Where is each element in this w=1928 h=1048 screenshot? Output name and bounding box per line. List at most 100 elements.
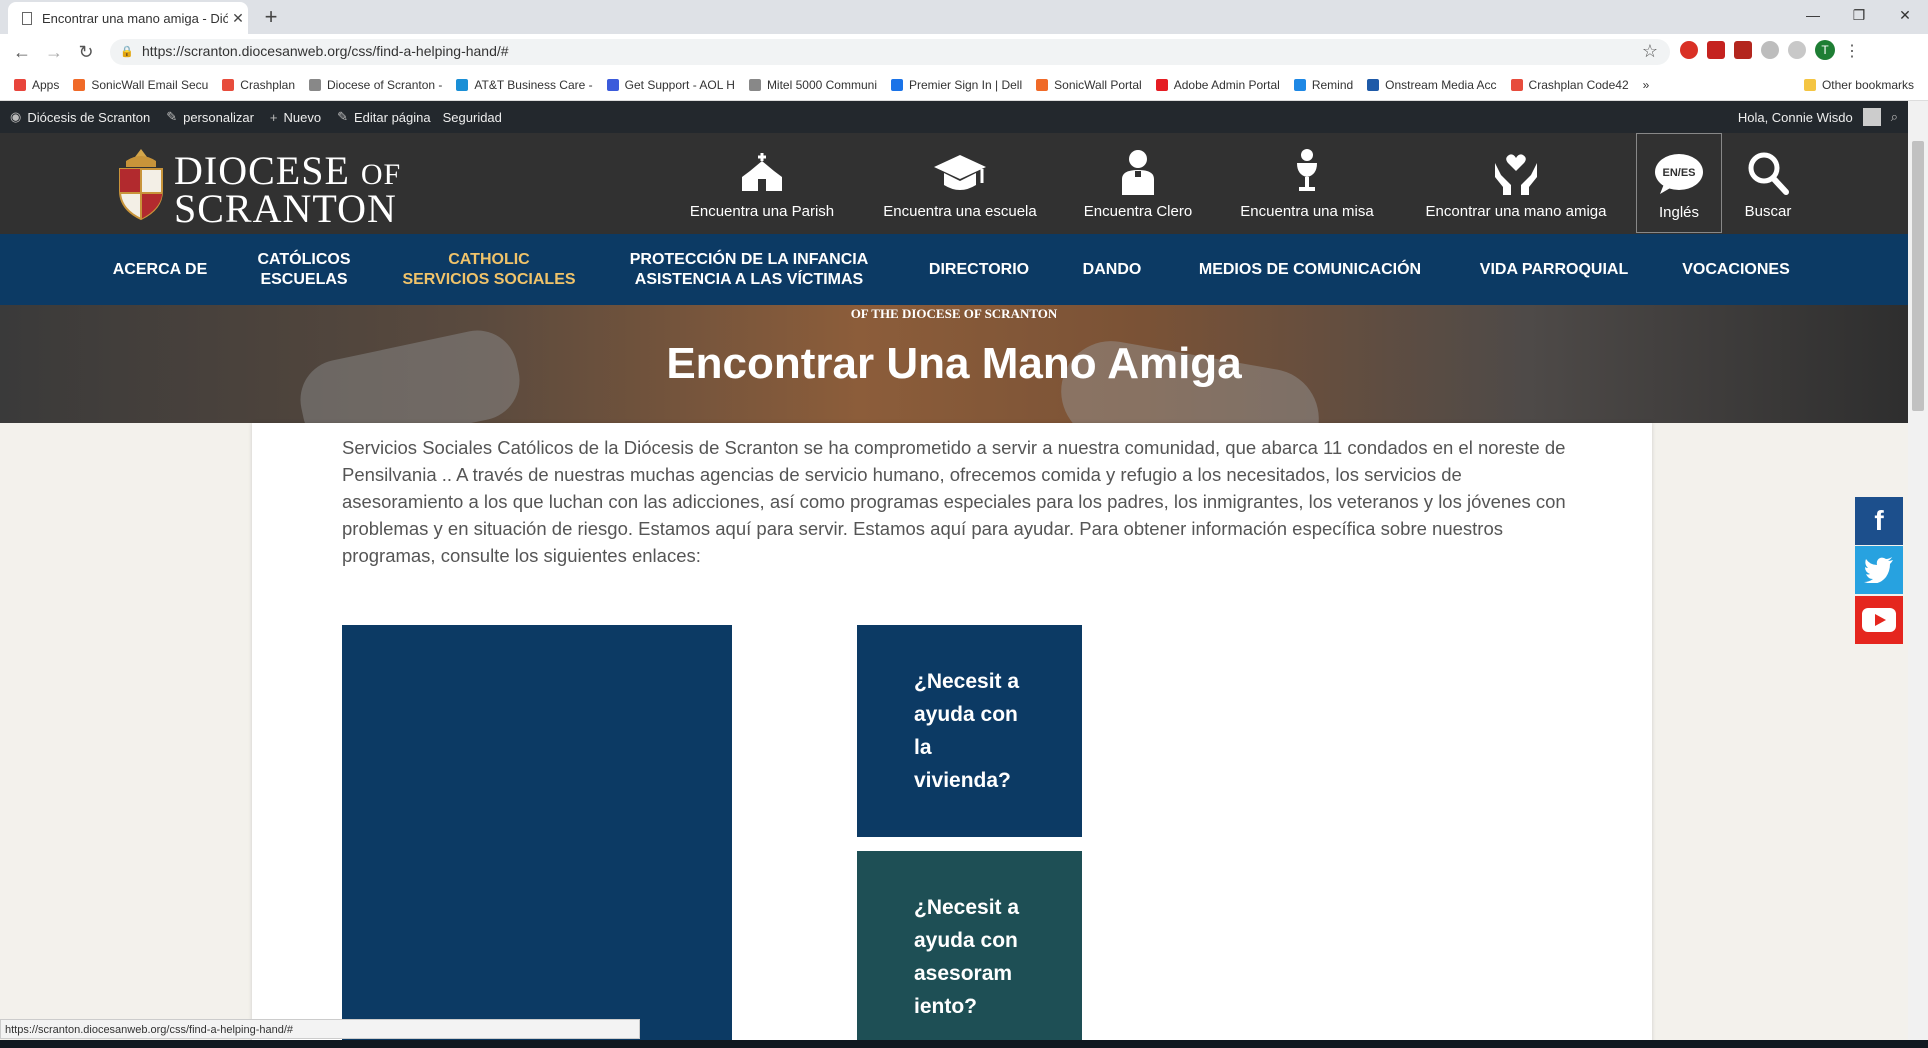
nav-vocations[interactable]: VOCACIONES — [1668, 234, 1804, 305]
site-header: DIOCESE OF SCRANTON Encuentra una Parish… — [0, 133, 1908, 234]
scrollbar-thumb[interactable] — [1912, 141, 1924, 411]
bookmark-label: SonicWall Email Secu — [91, 78, 209, 92]
bookmark-item[interactable]: Mitel 5000 Communi — [748, 78, 877, 92]
housing-help-card[interactable]: ¿Necesit a ayuda con la vivienda? — [857, 625, 1082, 837]
bookmark-star-icon[interactable]: ☆ — [1642, 41, 1658, 62]
bookmark-label: SonicWall Portal — [1054, 78, 1142, 92]
restore-button[interactable]: ❐ — [1836, 0, 1882, 30]
wp-admin-bar: ◉ Diócesis de Scranton ✎ personalizar + Nue… — [0, 101, 1908, 133]
avatar[interactable] — [1862, 108, 1881, 126]
bookmark-label: Remind — [1311, 78, 1354, 92]
hero-subtitle: OF THE DIOCESE OF SCRANTON — [850, 306, 1058, 321]
diocese-logo[interactable]: DIOCESE OF SCRANTON — [112, 145, 432, 231]
pdf-extension-icon[interactable] — [1734, 41, 1752, 59]
bookmark-favicon-icon — [309, 79, 321, 91]
minimize-button[interactable]: — — [1790, 0, 1836, 30]
address-bar[interactable]: 🔒 https://scranton.diocesanweb.org/css/f… — [110, 39, 1670, 65]
chalice-icon — [1297, 149, 1317, 191]
bookmark-item[interactable]: Get Support - AOL H — [606, 78, 735, 92]
bookmark-favicon-icon — [1803, 79, 1816, 91]
nav-catholic-social-services[interactable]: CATHOLIC SERVICIOS SOCIALES — [394, 234, 584, 305]
housing-help-label: ¿Necesit a ayuda con la vivienda? — [914, 670, 1020, 792]
find-parish-link[interactable]: Encuentra una Parish — [680, 133, 844, 233]
find-school-link[interactable]: Encuentra una escuela — [872, 133, 1048, 233]
admin-greeting[interactable]: Hola, Connie Wisdo — [1738, 110, 1853, 125]
back-icon[interactable]: ← — [10, 40, 34, 64]
close-window-button[interactable]: ✕ — [1882, 0, 1928, 30]
admin-new-label: Nuevo — [283, 109, 322, 125]
nav-catholic-schools[interactable]: CATÓLICOS ESCUELAS — [244, 234, 364, 305]
nav-parish-life[interactable]: VIDA PARROQUIAL — [1464, 234, 1644, 305]
language-toggle[interactable]: EN/ES Inglés — [1636, 133, 1722, 233]
bookmark-item[interactable]: » — [1643, 78, 1650, 92]
search-label: Buscar — [1744, 203, 1792, 220]
bookmark-item[interactable]: Crashplan — [222, 78, 295, 92]
admin-new-link[interactable]: + Nuevo — [270, 110, 321, 125]
gmail-extension-icon[interactable] — [1707, 41, 1725, 59]
bookmark-item[interactable]: Crashplan Code42 — [1510, 78, 1629, 92]
search-link[interactable]: Buscar — [1728, 133, 1808, 233]
bookmark-item[interactable]: Remind — [1293, 78, 1354, 92]
admin-customize-link[interactable]: ✎ personalizar — [166, 109, 254, 125]
opera-extension-icon[interactable] — [1680, 41, 1698, 59]
bookmark-item[interactable]: Other bookmarks — [1803, 78, 1914, 92]
admin-site-label: Diócesis de Scranton — [27, 109, 151, 125]
bookmark-item[interactable]: Onstream Media Acc — [1367, 78, 1497, 92]
bookmark-favicon-icon — [1293, 79, 1306, 91]
admin-edit-label: Editar página — [354, 109, 431, 125]
admin-security-link[interactable]: Seguridad — [443, 110, 502, 125]
browser-toolbar: ← → ↻ 🔒 https://scranton.diocesanweb.org… — [0, 34, 1928, 70]
language-bubble-icon: EN/ES — [1655, 154, 1703, 194]
bookmark-item[interactable]: Premier Sign In | Dell — [890, 78, 1022, 92]
find-parish-label: Encuentra una Parish — [689, 203, 835, 220]
bookmark-item[interactable]: Diocese of Scranton - — [309, 78, 442, 92]
nav-giving[interactable]: DANDO — [1068, 234, 1156, 305]
bookmark-item[interactable]: AT&T Business Care - — [456, 78, 593, 92]
extension-icon[interactable] — [1761, 41, 1779, 59]
reload-icon[interactable]: ↻ — [74, 40, 98, 64]
youtube-icon[interactable] — [1855, 596, 1903, 644]
logo-text-line2: SCRANTON — [174, 186, 397, 231]
forward-icon[interactable]: → — [42, 40, 66, 64]
admin-edit-link[interactable]: ✎ Editar página — [337, 109, 431, 125]
nav-child-protection[interactable]: PROTECCIÓN DE LA INFANCIA ASISTENCIA A LA… — [614, 234, 884, 305]
helping-hands-icon — [1495, 154, 1537, 195]
nav-about[interactable]: ACERCA DE — [100, 234, 220, 305]
nav-media[interactable]: MEDIOS DE COMUNICACIÓN — [1180, 234, 1440, 305]
find-mass-link[interactable]: Encuentra una misa — [1232, 133, 1382, 233]
extension-icon[interactable] — [1788, 41, 1806, 59]
bookmark-item[interactable]: Apps — [14, 78, 59, 92]
admin-site-link[interactable]: ◉ Diócesis de Scranton — [10, 109, 150, 125]
menu-icon[interactable]: ⋮ — [1844, 41, 1860, 60]
bookmark-favicon-icon — [1155, 79, 1168, 91]
find-helping-hand-label: Encontrar una mano amiga — [1425, 203, 1607, 220]
facebook-icon[interactable]: f — [1855, 497, 1903, 545]
bookmark-label: Mitel 5000 Communi — [766, 78, 877, 92]
admin-customize-label: personalizar — [183, 109, 254, 125]
bookmark-favicon-icon — [456, 79, 469, 91]
feature-image-block[interactable] — [342, 625, 732, 1048]
bookmark-item[interactable]: Adobe Admin Portal — [1155, 78, 1280, 92]
bookmark-label: Onstream Media Acc — [1385, 78, 1497, 92]
nav-directory[interactable]: DIRECTORIO — [914, 234, 1044, 305]
find-clergy-link[interactable]: Encuentra Clero — [1078, 133, 1198, 233]
counseling-help-card[interactable]: ¿Necesit a ayuda con asesoram iento? — [857, 851, 1082, 1048]
page-scrollbar[interactable] — [1908, 101, 1928, 1048]
bookmark-label: Adobe Admin Portal — [1173, 78, 1280, 92]
admin-search-icon[interactable]: ⌕ — [1891, 109, 1898, 125]
bookmark-label: Diocese of Scranton - — [327, 78, 443, 92]
url-text: https://scranton.diocesanweb.org/css/fin… — [142, 43, 509, 59]
profile-avatar[interactable]: T — [1815, 40, 1835, 60]
find-school-label: Encuentra una escuela — [883, 203, 1037, 220]
youtube-play-icon — [1862, 608, 1896, 632]
pencil-icon: ✎ — [337, 109, 348, 124]
browser-tab[interactable]: Encontrar una mano amiga - Dió ✕ — [8, 2, 248, 34]
bookmark-favicon-icon — [222, 79, 235, 91]
status-link-preview: https://scranton.diocesanweb.org/css/fin… — [0, 1019, 640, 1039]
find-helping-hand-link[interactable]: Encontrar una mano amiga — [1412, 133, 1620, 233]
new-tab-button[interactable]: + — [258, 4, 284, 30]
bookmark-item[interactable]: SonicWall Email Secu — [73, 78, 208, 92]
twitter-icon[interactable] — [1855, 546, 1903, 594]
tab-close-icon[interactable]: ✕ — [228, 10, 248, 27]
bookmark-item[interactable]: SonicWall Portal — [1036, 78, 1142, 92]
